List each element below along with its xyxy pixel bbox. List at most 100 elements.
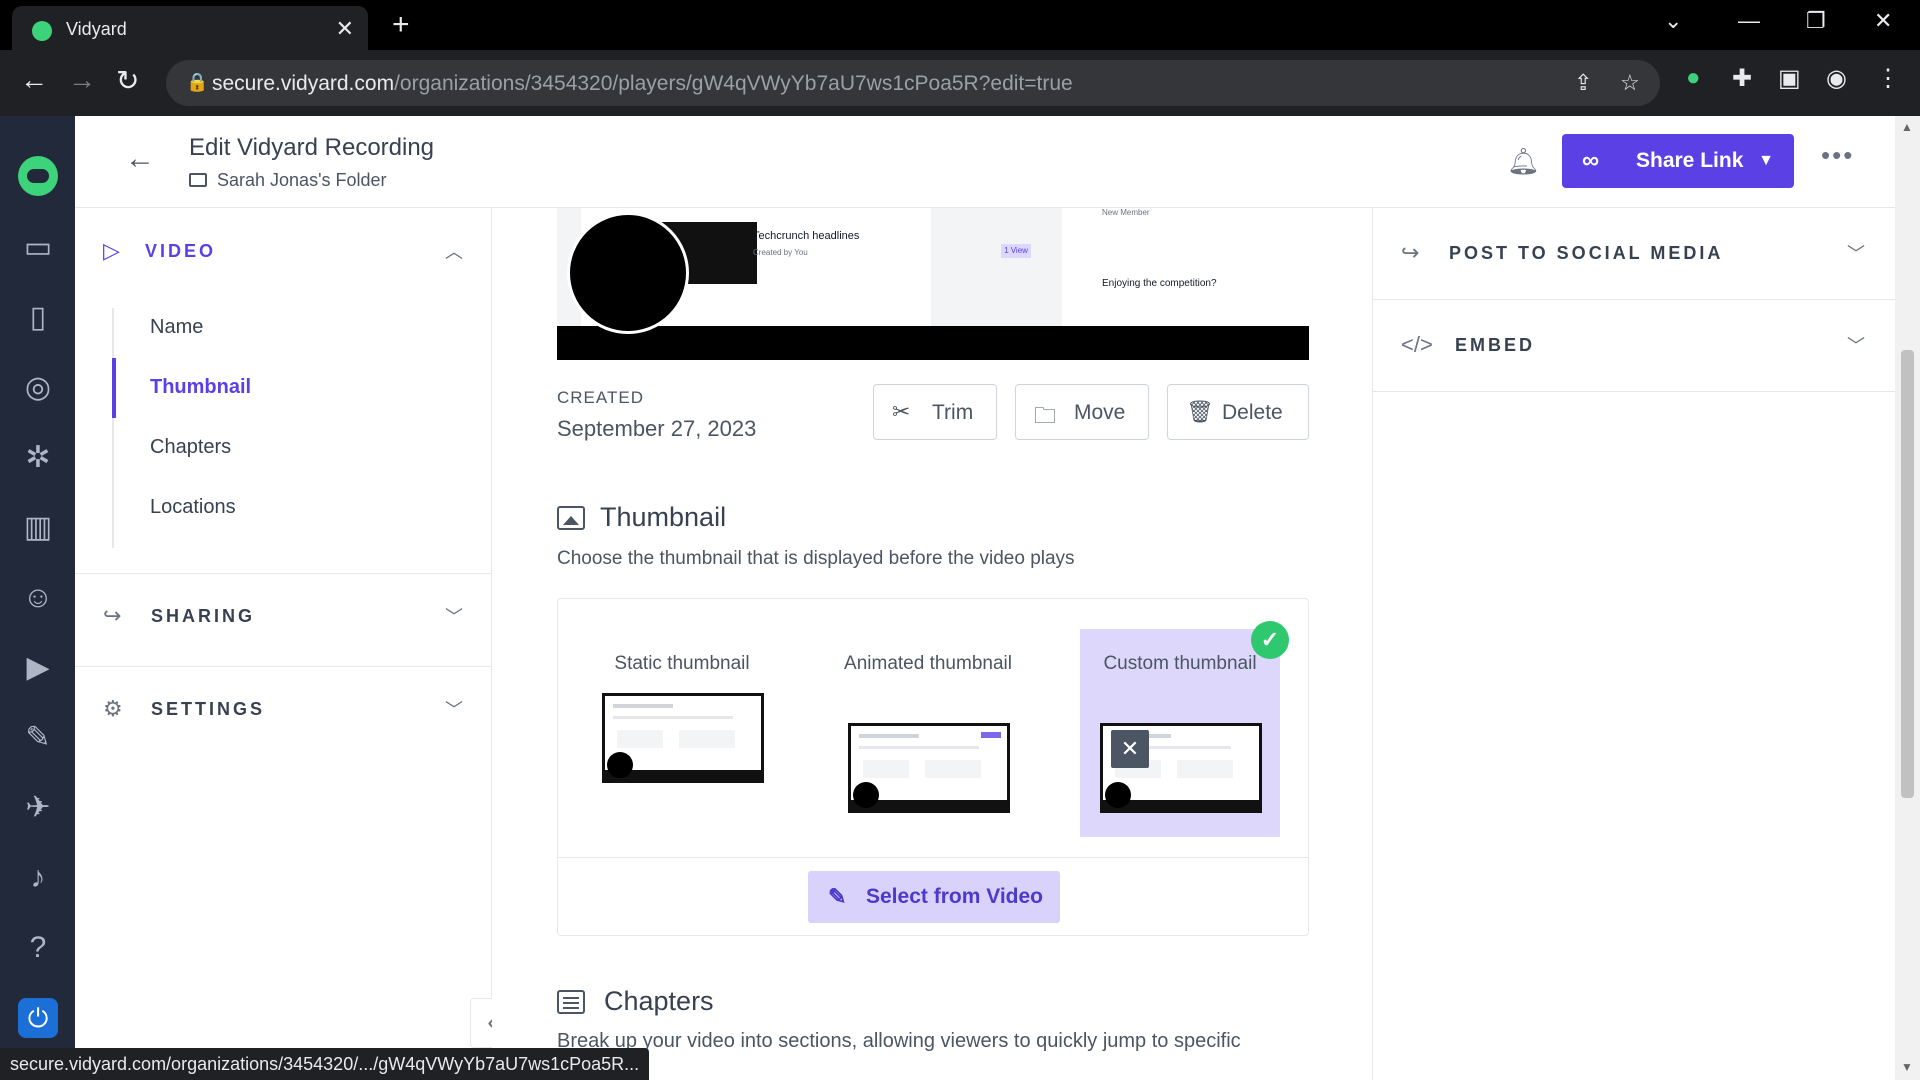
- animated-thumbnail-option[interactable]: Animated thumbnail: [828, 629, 1028, 837]
- move-label: Move: [1074, 401, 1126, 424]
- preview-card-sub: Created by You: [753, 248, 808, 257]
- preview-member-label: New Member: [1102, 208, 1150, 217]
- play-outline-icon: ▷: [103, 238, 120, 263]
- videos-icon[interactable]: ▭: [18, 228, 58, 268]
- static-thumbnail-label: Static thumbnail: [614, 653, 750, 674]
- thumbnail-heading: Thumbnail: [600, 502, 727, 532]
- selected-check-icon: ✓: [1251, 621, 1289, 659]
- academy-icon[interactable]: ✎: [18, 718, 58, 758]
- chevron-down-icon[interactable]: ﹀: [445, 696, 463, 722]
- bell-icon[interactable]: 🔔︎: [1507, 146, 1540, 177]
- subnav-locations[interactable]: Locations: [150, 496, 236, 519]
- custom-thumbnail-label: Custom thumbnail: [1103, 653, 1257, 674]
- static-thumbnail-image: [602, 693, 764, 783]
- window-close-icon[interactable]: ✕: [1874, 8, 1892, 34]
- power-icon[interactable]: ⏻: [18, 998, 58, 1038]
- animated-thumbnail-label: Animated thumbnail: [844, 653, 1012, 674]
- delete-button[interactable]: 🗑 Delete: [1167, 384, 1309, 440]
- back-arrow-icon[interactable]: ←: [125, 142, 155, 176]
- profile-icon[interactable]: ◉: [1826, 64, 1847, 93]
- share-page-icon[interactable]: ⇪: [1574, 70, 1592, 96]
- app-header: ← Edit Vidyard Recording Sarah Jonas's F…: [75, 116, 1895, 208]
- share-link-button[interactable]: ∞ Share Link ▼: [1562, 134, 1794, 188]
- caret-down-icon[interactable]: ▼: [1758, 152, 1774, 170]
- url-text[interactable]: secure.vidyard.com/organizations/3454320…: [212, 72, 1073, 96]
- browser-menu-icon[interactable]: ⋮: [1876, 64, 1900, 93]
- trim-label: Trim: [932, 401, 974, 424]
- chevron-down-icon[interactable]: ﹀: [1847, 240, 1865, 266]
- prospecting-icon[interactable]: ◎: [18, 368, 58, 408]
- app-sidebar: ▭ ▯ ◎ ✲ ▥ ☺ ▶ ✎ ✈ ♪ ? ⏻: [0, 116, 75, 1080]
- subnav-name[interactable]: Name: [150, 316, 203, 339]
- video-preview[interactable]: Techcrunch headlines Created by You 1 Vi…: [557, 208, 1309, 360]
- analytics-icon[interactable]: ▥: [18, 508, 58, 548]
- scissors-icon: ✂: [892, 399, 911, 424]
- notifications-rail-icon[interactable]: ♪: [18, 858, 58, 898]
- contacts-icon[interactable]: ☺: [18, 578, 58, 618]
- settings-section-label: SETTINGS: [151, 699, 266, 719]
- folder-name: Sarah Jonas's Folder: [217, 170, 387, 190]
- post-to-social-row[interactable]: ↪ POST TO SOCIAL MEDIA ﹀: [1373, 208, 1896, 300]
- forward-nav-icon[interactable]: →: [68, 64, 96, 96]
- browser-tab[interactable]: Vidyard ✕: [12, 6, 368, 50]
- divider: [558, 857, 1308, 858]
- preview-competition-text: Enjoying the competition?: [1102, 278, 1217, 289]
- hubs-icon[interactable]: ▯: [18, 298, 58, 338]
- scroll-up-icon[interactable]: ▲: [1901, 120, 1913, 134]
- post-to-social-label: POST TO SOCIAL MEDIA: [1449, 243, 1724, 263]
- chevron-down-icon[interactable]: ﹀: [1847, 332, 1865, 358]
- image-icon: [557, 506, 585, 530]
- tab-close-icon[interactable]: ✕: [336, 16, 354, 42]
- video-section-header[interactable]: ▷ VIDEO ︿: [75, 208, 492, 298]
- trim-button[interactable]: ✂ Trim: [873, 384, 997, 440]
- embed-label: EMBED: [1455, 335, 1536, 355]
- subnav-chapters[interactable]: Chapters: [150, 436, 231, 459]
- custom-thumbnail-option[interactable]: Custom thumbnail ✕ ✓: [1080, 621, 1289, 837]
- subnav-line: [112, 308, 114, 548]
- vidyard-extension-icon[interactable]: ●: [1686, 64, 1701, 92]
- side-panel-icon[interactable]: ▣: [1778, 64, 1801, 93]
- share-link-label: Share Link: [1636, 149, 1744, 172]
- extensions-icon[interactable]: ✚: [1732, 64, 1752, 93]
- custom-thumbnail-image: ✕: [1100, 723, 1262, 813]
- player-icon[interactable]: ▶: [18, 648, 58, 688]
- more-options-icon[interactable]: •••: [1821, 140, 1854, 171]
- page-title: Edit Vidyard Recording: [189, 134, 435, 161]
- chevron-up-icon[interactable]: ︿: [445, 238, 463, 264]
- select-from-video-button[interactable]: ✎ Select from Video: [808, 871, 1060, 923]
- integrations-icon[interactable]: ✲: [18, 438, 58, 478]
- reload-icon[interactable]: ↻: [116, 64, 139, 97]
- embed-row[interactable]: </> EMBED ﹀: [1373, 300, 1896, 392]
- move-button[interactable]: 🗀 Move: [1015, 384, 1149, 440]
- chevron-down-icon[interactable]: ﹀: [445, 603, 463, 629]
- minimize-icon[interactable]: —: [1738, 8, 1760, 34]
- sharing-options-panel: ↪ POST TO SOCIAL MEDIA ﹀ </> EMBED ﹀: [1372, 208, 1896, 1080]
- delete-label: Delete: [1222, 401, 1283, 424]
- created-label: CREATED: [557, 388, 644, 407]
- thumbnail-description: Choose the thumbnail that is displayed b…: [557, 548, 1075, 569]
- help-icon[interactable]: ?: [18, 928, 58, 968]
- launch-icon[interactable]: ✈: [18, 788, 58, 828]
- vidyard-logo-icon[interactable]: [18, 156, 58, 196]
- remove-thumbnail-icon[interactable]: ✕: [1111, 730, 1149, 768]
- tab-search-icon[interactable]: ⌄: [1664, 8, 1682, 34]
- code-icon: </>: [1401, 332, 1433, 357]
- restore-icon[interactable]: ❐: [1806, 8, 1826, 34]
- folder-breadcrumb[interactable]: Sarah Jonas's Folder: [189, 170, 387, 191]
- new-tab-button[interactable]: +: [392, 8, 410, 42]
- subnav-thumbnail[interactable]: Thumbnail: [150, 376, 251, 399]
- back-nav-icon[interactable]: ←: [20, 64, 48, 96]
- thumbnail-options: Static thumbnail Animated thumbnail Cust…: [557, 598, 1309, 936]
- static-thumbnail-option[interactable]: Static thumbnail: [582, 629, 782, 837]
- edit-icon: ✎: [828, 884, 847, 909]
- page-scrollbar[interactable]: ▲ ▼: [1895, 116, 1920, 1080]
- address-bar[interactable]: 🔒 secure.vidyard.com/organizations/34543…: [166, 60, 1660, 106]
- bookmark-star-icon[interactable]: ☆: [1620, 70, 1640, 96]
- settings-section-header[interactable]: ⚙ SETTINGS ﹀: [75, 666, 492, 756]
- trash-icon: 🗑: [1186, 399, 1214, 424]
- scroll-down-icon[interactable]: ▼: [1901, 1060, 1913, 1074]
- main-content: Techcrunch headlines Created by You 1 Vi…: [492, 208, 1372, 1080]
- sharing-section-header[interactable]: ↪ SHARING ﹀: [75, 573, 492, 663]
- browser-toolbar: ← → ↻ 🔒 secure.vidyard.com/organizations…: [0, 50, 1920, 116]
- scroll-thumb[interactable]: [1901, 350, 1914, 798]
